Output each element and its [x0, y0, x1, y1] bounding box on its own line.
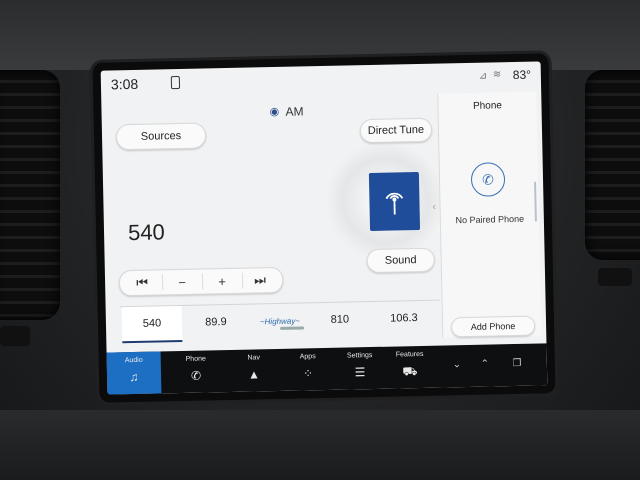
broadcast-icon: ◉	[269, 105, 280, 119]
navigation-icon: ▲	[247, 367, 261, 382]
nav-phone[interactable]: Phone ✆	[169, 350, 224, 393]
signal-icon: ⊿	[478, 70, 488, 82]
bottom-nav-bar: Audio ♫ Phone ✆ Nav ▲ Apps ⁘ Settings ☰ …	[106, 343, 548, 395]
seek-forward-button[interactable]: ⏭	[240, 268, 280, 293]
nav-nav[interactable]: Nav ▲	[227, 349, 282, 392]
sound-button[interactable]: Sound	[366, 247, 435, 274]
preset-4[interactable]: 810	[310, 302, 371, 337]
preset-5[interactable]: 106.3	[374, 301, 435, 336]
tune-up-button[interactable]: +	[202, 269, 242, 294]
station-logo: ~Highway~	[259, 316, 301, 326]
right-vent-control	[598, 268, 632, 286]
phone-status-text: No Paired Phone	[455, 213, 525, 226]
infotainment-screen: 3:08 ⊿ ≋ 83° ◉ AM Sources Direct Tune 54…	[100, 61, 548, 395]
chevron-down-icon[interactable]: ⌄	[447, 359, 467, 370]
nav-label: Nav	[247, 354, 260, 362]
phone-icon: ✆	[190, 368, 202, 383]
nav-features[interactable]: Features ⛟	[383, 346, 438, 389]
phone-panel-title: Phone	[472, 100, 503, 112]
tune-down-button[interactable]: −	[162, 270, 202, 295]
apps-grid-icon: ⁘	[302, 366, 314, 381]
phone-icon: ✆	[470, 162, 506, 197]
preset-bar: 540 89.9 ~Highway~ 810 106.3	[119, 299, 441, 344]
right-air-vent	[585, 70, 640, 260]
phone-panel: ‹ Phone ✆ No Paired Phone Add Phone	[432, 91, 542, 338]
music-note-icon: ♫	[129, 369, 139, 385]
panel-scrollbar[interactable]	[534, 181, 537, 222]
nav-label: Phone	[185, 355, 206, 363]
preset-2[interactable]: 89.9	[186, 305, 247, 340]
wifi-icon: ≋	[492, 69, 502, 81]
left-vent-control	[0, 326, 30, 346]
nav-apps[interactable]: Apps ⁘	[281, 348, 336, 391]
radio-station-art	[368, 172, 421, 232]
phone-projection-icon[interactable]	[170, 75, 181, 90]
page-indicator	[280, 326, 305, 330]
chevron-up-icon[interactable]: ⌃	[475, 358, 495, 370]
nav-label: Apps	[299, 353, 316, 361]
seek-back-button[interactable]: ⏮	[122, 270, 162, 295]
preset-1[interactable]: 540	[121, 305, 183, 344]
app-switcher-icon[interactable]: ❐	[507, 358, 527, 369]
clock: 3:08	[110, 75, 139, 93]
sliders-icon: ☰	[354, 365, 366, 380]
nav-label: Audio	[124, 356, 143, 365]
screen-bezel: 3:08 ⊿ ≋ 83° ◉ AM Sources Direct Tune 54…	[92, 53, 556, 403]
outside-temperature: 83°	[512, 67, 532, 83]
radio-antenna-icon	[385, 192, 404, 215]
left-air-vent	[0, 70, 60, 320]
chevron-left-icon[interactable]: ‹	[432, 202, 436, 213]
direct-tune-button[interactable]: Direct Tune	[359, 117, 433, 144]
sources-button[interactable]: Sources	[115, 122, 207, 151]
nav-label: Settings	[346, 352, 373, 360]
tuner-controls: ⏮ − + ⏭	[118, 266, 284, 297]
add-phone-button[interactable]: Add Phone	[450, 315, 536, 338]
car-icon: ⛟	[402, 364, 418, 379]
source-label: AM	[285, 104, 304, 119]
status-bar: 3:08 ⊿ ≋ 83°	[101, 61, 541, 96]
nav-audio[interactable]: Audio ♫	[106, 351, 162, 395]
nav-label: Features	[395, 350, 424, 359]
current-frequency: 540	[127, 219, 166, 246]
preset-3[interactable]: ~Highway~	[250, 303, 311, 338]
nav-settings[interactable]: Settings ☰	[333, 347, 388, 390]
dashboard-bottom	[0, 410, 640, 480]
